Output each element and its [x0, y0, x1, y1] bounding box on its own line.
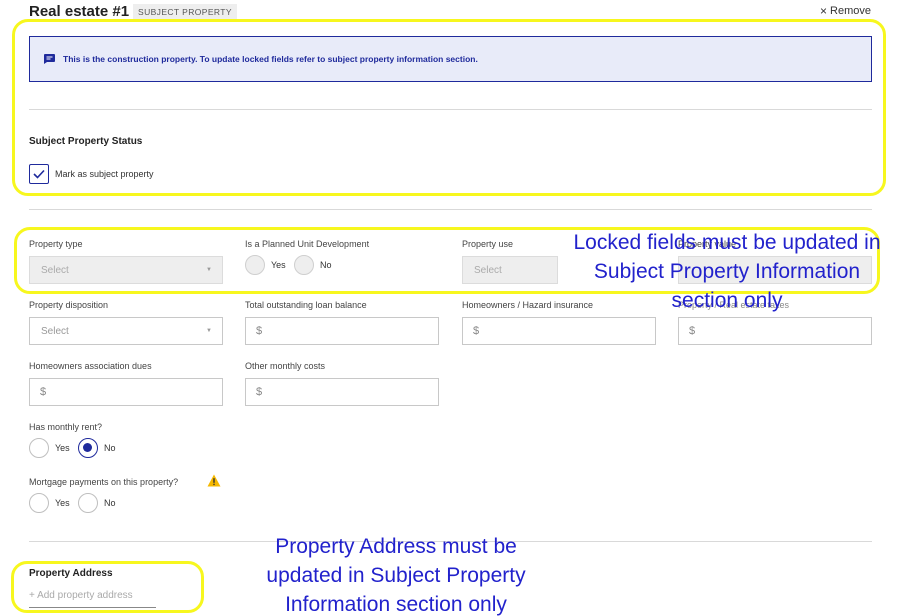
currency-prefix: $: [689, 325, 696, 337]
subject-property-badge: SUBJECT PROPERTY: [133, 4, 237, 20]
annotation-line: Property Address must be: [275, 535, 517, 558]
property-type-select[interactable]: Select ▼: [29, 256, 223, 284]
address-title: Property Address: [29, 568, 113, 579]
close-icon: ×: [820, 4, 828, 18]
currency-prefix: $: [40, 386, 47, 398]
monthly-rent-yes-label: Yes: [55, 443, 70, 453]
disposition-select[interactable]: Select ▼: [29, 317, 223, 345]
hoa-label: Homeowners association dues: [29, 361, 152, 371]
monthly-rent-no-label: No: [104, 443, 116, 453]
divider: [29, 109, 872, 110]
remove-label: Remove: [830, 5, 871, 17]
monthly-rent-no-radio[interactable]: [78, 438, 98, 458]
currency-prefix: $: [473, 325, 480, 337]
annotation-line: Subject Property Information: [593, 260, 861, 283]
status-title: Subject Property Status: [29, 136, 143, 147]
currency-prefix: $: [256, 325, 263, 337]
message-icon: [44, 54, 55, 64]
property-use-label: Property use: [462, 239, 514, 249]
mortgage-yes-label: Yes: [55, 498, 70, 508]
warning-icon: [207, 474, 221, 487]
annotation-line: section only: [671, 289, 783, 312]
currency-prefix: $: [256, 386, 263, 398]
pud-yes-label: Yes: [271, 260, 286, 270]
address-annotation: Property Address must be updated in Subj…: [246, 532, 546, 616]
other-costs-input[interactable]: $: [245, 378, 439, 406]
add-address-button[interactable]: + Add property address: [29, 590, 156, 608]
check-icon: [33, 169, 45, 179]
mortgage-yes-radio[interactable]: [29, 493, 49, 513]
loan-balance-input[interactable]: $: [245, 317, 439, 345]
select-value: Select: [41, 325, 69, 337]
select-value: Select: [474, 264, 502, 276]
mortgage-no-label: No: [104, 498, 116, 508]
divider: [29, 209, 872, 210]
disposition-label: Property disposition: [29, 300, 109, 310]
pud-yes-radio[interactable]: [245, 255, 265, 275]
locked-fields-annotation: Locked fields must be updated in Subject…: [553, 228, 901, 315]
pud-label: Is a Planned Unit Development: [245, 239, 370, 249]
checkbox-label: Mark as subject property: [55, 169, 154, 179]
remove-button[interactable]: × Remove: [820, 4, 871, 18]
property-use-select[interactable]: Select: [462, 256, 558, 284]
subject-property-checkbox[interactable]: [29, 164, 49, 184]
info-notice: This is the construction property. To up…: [29, 36, 872, 82]
monthly-rent-yes-radio[interactable]: [29, 438, 49, 458]
pud-no-radio[interactable]: [294, 255, 314, 275]
hoa-input[interactable]: $: [29, 378, 223, 406]
annotation-line: Locked fields must be updated in: [573, 231, 881, 254]
hazard-insurance-input[interactable]: $: [462, 317, 656, 345]
select-value: Select: [41, 264, 69, 276]
caret-down-icon: ▼: [206, 267, 212, 273]
property-type-label: Property type: [29, 239, 83, 249]
annotation-line: updated in Subject Property: [266, 564, 526, 587]
notice-text: This is the construction property. To up…: [63, 54, 478, 64]
mortgage-label: Mortgage payments on this property?: [29, 477, 179, 487]
monthly-rent-label: Has monthly rent?: [29, 422, 103, 432]
loan-balance-label: Total outstanding loan balance: [245, 300, 367, 310]
pud-no-label: No: [320, 260, 332, 270]
caret-down-icon: ▼: [206, 328, 212, 334]
other-costs-label: Other monthly costs: [245, 361, 326, 371]
mortgage-no-radio[interactable]: [78, 493, 98, 513]
taxes-input[interactable]: $: [678, 317, 872, 345]
annotation-line: Information section only: [285, 593, 507, 616]
section-title: Real estate #1: [29, 3, 130, 20]
